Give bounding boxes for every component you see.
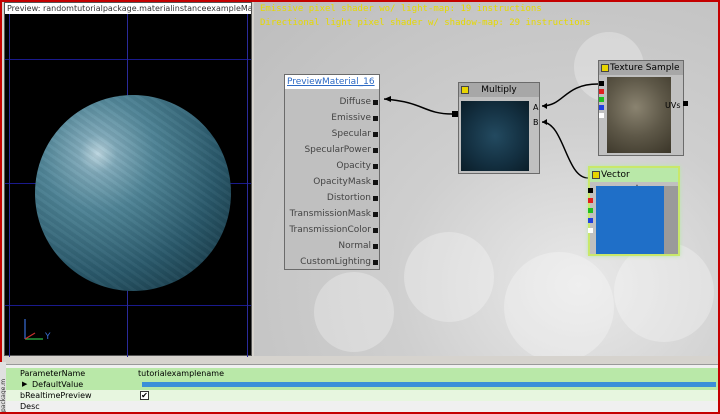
preview-toggle-icon[interactable] — [601, 64, 609, 72]
property-row[interactable]: bRealtimePreview ✔ — [6, 390, 718, 401]
pin-icon[interactable] — [373, 148, 378, 153]
pin-icon[interactable] — [373, 244, 378, 249]
axis-y-label: Y — [45, 332, 51, 342]
vector-alpha-strip — [664, 186, 678, 254]
material-output-node[interactable]: PreviewMaterial_16 Diffuse Emissive Spec… — [284, 74, 380, 270]
pin-icon[interactable] — [373, 212, 378, 217]
input-emissive[interactable]: Emissive — [331, 113, 371, 123]
property-row[interactable]: Desc — [6, 401, 718, 412]
multiply-output-pin-icon[interactable] — [452, 111, 458, 117]
pin-icon[interactable] — [373, 260, 378, 265]
vector-color-swatch — [596, 186, 664, 254]
property-value[interactable]: tutorialexamplename — [138, 368, 224, 379]
properties-panel: ParameterName tutorialexamplename ▶ Defa… — [6, 364, 718, 412]
grid-line — [5, 59, 251, 60]
alpha-pin-icon[interactable] — [599, 113, 604, 118]
multiply-node-title[interactable]: Multiply — [459, 83, 539, 97]
input-opacity-mask[interactable]: OpacityMask — [313, 177, 371, 187]
pin-icon[interactable] — [373, 228, 378, 233]
multiply-thumbnail — [461, 101, 529, 171]
property-name: Desc — [20, 402, 40, 411]
blue-pin-icon[interactable] — [588, 218, 593, 223]
property-row[interactable]: ▶ DefaultValue — [6, 379, 718, 390]
property-name: ParameterName — [20, 369, 86, 378]
rgb-pin-icon[interactable] — [599, 81, 604, 86]
multiply-node[interactable]: Multiply A B — [458, 82, 540, 174]
grid-line — [5, 305, 251, 306]
pin-icon[interactable] — [373, 196, 378, 201]
input-diffuse[interactable]: Diffuse — [339, 97, 371, 107]
preview-title: Preview: randomtutorialpackage.materiali… — [5, 3, 251, 14]
pin-b-label: B — [533, 118, 539, 127]
red-pin-icon[interactable] — [588, 198, 593, 203]
green-pin-icon[interactable] — [599, 97, 604, 102]
preview-toggle-icon[interactable] — [592, 171, 600, 179]
preview-sphere — [35, 95, 231, 291]
pin-icon[interactable] — [373, 164, 378, 169]
input-opacity[interactable]: Opacity — [336, 161, 371, 171]
property-name: bRealtimePreview — [20, 391, 92, 400]
vector-parameter-node[interactable]: Vector parameter — [588, 166, 680, 256]
pin-icon[interactable] — [373, 116, 378, 121]
uvs-label: UVs — [665, 101, 681, 110]
property-row[interactable]: ParameterName tutorialexamplename — [6, 368, 718, 379]
realtime-preview-checkbox[interactable]: ✔ — [140, 391, 149, 400]
preview-toggle-icon[interactable] — [461, 86, 469, 94]
vector-node-title[interactable]: Vector parameter — [590, 168, 678, 194]
pin-icon[interactable] — [373, 132, 378, 137]
material-graph-canvas[interactable]: Emissive pixel shader wo/ light-map: 19 … — [254, 2, 718, 356]
property-name: DefaultValue — [32, 380, 84, 389]
grid-line — [9, 14, 10, 357]
rgb-pin-icon[interactable] — [588, 188, 593, 193]
expand-arrow-icon[interactable]: ▶ — [22, 379, 27, 390]
pin-a-label: A — [533, 103, 539, 112]
pin-icon[interactable] — [373, 100, 378, 105]
texture-node-title[interactable]: Texture Sample — [599, 61, 683, 75]
input-normal[interactable]: Normal — [338, 241, 371, 251]
material-node-title[interactable]: PreviewMaterial_16 — [285, 75, 379, 89]
blue-pin-icon[interactable] — [599, 105, 604, 110]
red-pin-icon[interactable] — [599, 89, 604, 94]
input-transmission-mask[interactable]: TransmissionMask — [290, 209, 371, 219]
pin-icon[interactable] — [373, 180, 378, 185]
input-specular-power[interactable]: SpecularPower — [304, 145, 371, 155]
preview-viewport[interactable]: Preview: randomtutorialpackage.materiali… — [4, 2, 252, 357]
grid-line — [247, 14, 248, 357]
default-value-bar[interactable] — [142, 382, 716, 387]
green-pin-icon[interactable] — [588, 208, 593, 213]
alpha-pin-icon[interactable] — [588, 228, 593, 233]
input-transmission-color[interactable]: TransmissionColor — [289, 225, 371, 235]
texture-sample-node[interactable]: Texture Sample UVs — [598, 60, 688, 156]
texture-thumbnail — [607, 77, 671, 153]
input-custom-lighting[interactable]: CustomLighting — [300, 257, 371, 267]
input-specular[interactable]: Specular — [332, 129, 371, 139]
uvs-pin-icon[interactable] — [683, 101, 688, 106]
input-distortion[interactable]: Distortion — [327, 193, 371, 203]
